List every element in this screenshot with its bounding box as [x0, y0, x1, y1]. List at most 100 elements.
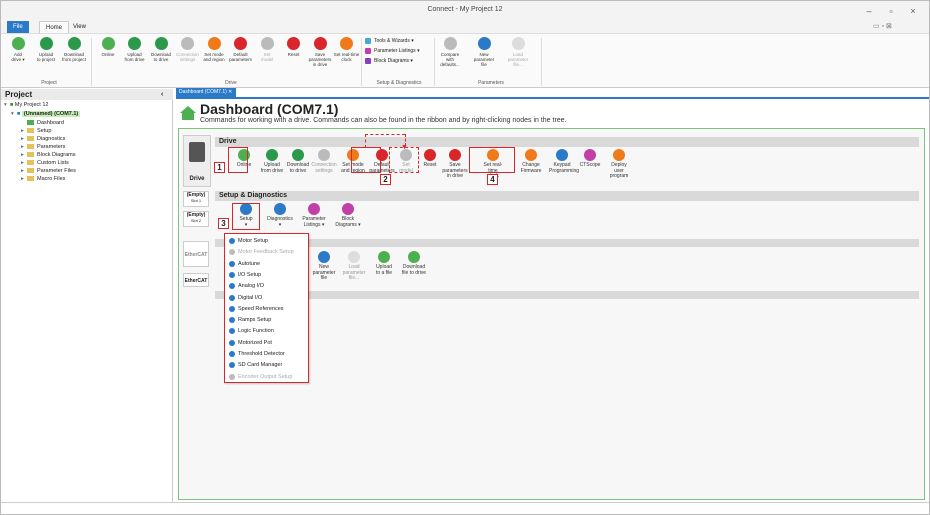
ribbon-project-button-0[interactable]: Add drive ▾ [5, 37, 31, 75]
button-sublabel: parameter file [473, 57, 495, 67]
tab-view[interactable]: View [67, 21, 92, 33]
button-sublabel: Diagrams ▾ [335, 221, 361, 228]
ribbon-drive-button-3[interactable]: Connection settings [175, 37, 201, 75]
ribbon-drive-button-1[interactable]: Upload from drive [122, 37, 148, 75]
minimize-button[interactable]: – [859, 4, 879, 18]
menu-item[interactable]: Ramps Setup [227, 315, 307, 325]
folder-icon [27, 160, 34, 166]
ribbon-project-button-1[interactable]: Upload to project [33, 37, 59, 75]
drive-button-12[interactable]: CTScope [577, 149, 603, 169]
ribbon-drive-0-icon [101, 37, 115, 50]
tree-root[interactable]: ▾ ■ My Project 12 [4, 101, 48, 109]
ribbon-drive-button-5[interactable]: Default parameters [228, 37, 254, 75]
tab-file[interactable]: File [7, 21, 29, 33]
button-sublabel: from drive [124, 57, 145, 62]
tab-home[interactable]: Home [39, 21, 70, 33]
ribbon-drive-4-icon [207, 37, 221, 50]
drive-button-3[interactable]: Connection settings [311, 149, 337, 174]
project-panel-header: Project ‹ [1, 89, 173, 100]
menu-item[interactable]: Speed References [227, 304, 307, 314]
drive-button-2[interactable]: Download to drive [285, 149, 311, 174]
menu-item[interactable]: Autotune [227, 259, 307, 269]
ribbon-drive-button-9[interactable]: Set real-time clock [334, 37, 360, 75]
ribbon-param-button-2[interactable]: Load parameter file... [505, 37, 531, 75]
drive-button-7[interactable]: Reset [417, 149, 443, 169]
setup-dropdown-menu: Motor Setup Motor Feedback Setup Autotune I… [224, 233, 309, 383]
slot1-button[interactable]: (Empty) Slot 1 [183, 191, 209, 207]
drive-image[interactable]: Drive [183, 135, 211, 187]
tree-node[interactable]: ▸ Custom Lists [21, 159, 69, 167]
ribbon-drive-button-0[interactable]: Online [95, 37, 121, 75]
group-label-project: Project [41, 80, 57, 86]
ribbon-drive-6-icon [260, 37, 274, 50]
tree-drive[interactable]: ▾ ■ (Unnamed) (COM7.1) [11, 110, 81, 118]
callout-number: 4 [487, 174, 498, 185]
menu-item-icon [229, 260, 235, 267]
parameter-listings-item[interactable]: Parameter Listings ▾ [364, 47, 420, 55]
tree-node[interactable]: ▸ Block Diagrams [21, 151, 76, 159]
drive-button-10[interactable]: Change Firmware [518, 149, 544, 174]
menu-item[interactable]: Logic Function [227, 326, 307, 336]
menu-item[interactable]: SD Card Manager [227, 360, 307, 370]
slot2-button[interactable]: (Empty) Slot 2 [183, 211, 209, 227]
close-button[interactable]: × [903, 4, 923, 18]
tree-node[interactable]: ▸ Setup [21, 127, 51, 135]
ribbon-drive-button-2[interactable]: Download to drive [148, 37, 174, 75]
collapse-panel-icon[interactable]: ‹ [161, 89, 163, 100]
ribbon-drive-1-icon [128, 37, 141, 50]
button-sublabel: model [260, 57, 274, 62]
drive-button-8[interactable]: Save parameters in drive [442, 149, 468, 180]
ethercat-button[interactable]: EtherCAT [183, 273, 209, 287]
tree-node[interactable]: ▸ Parameters [21, 143, 65, 151]
menu-item[interactable]: I/O Setup [227, 270, 307, 280]
ribbon-drive-button-8[interactable]: Save parameters in drive [307, 37, 333, 75]
menu-item[interactable]: Motor Feedback Setup [227, 247, 307, 257]
window-title: Connect - My Project 12 [427, 6, 503, 13]
menu-item[interactable]: Motorized Pot [227, 338, 307, 348]
setup-button-3[interactable]: Block Diagrams ▾ [335, 203, 361, 228]
button-sublabel: defaults... [440, 62, 460, 67]
tree-node[interactable]: ▸ Macro Files [21, 175, 65, 183]
block-diagrams-item[interactable]: Block Diagrams ▾ [364, 57, 413, 65]
tree-node[interactable]: ▸ Diagnostics [21, 135, 65, 143]
button-sublabel: Listings ▾ [303, 221, 325, 228]
setup-button-2[interactable]: Parameter Listings ▾ [301, 203, 327, 228]
ribbon-options-icon[interactable]: ▭ ▫ ⊠ [873, 22, 892, 30]
button-label: Compare with [440, 52, 460, 62]
tree-node[interactable]: ▸ Parameter Files [21, 167, 76, 175]
button-sublabel: file to drive [401, 269, 427, 276]
ribbon-param-button-1[interactable]: New parameter file [471, 37, 497, 75]
ribbon-drive-button-4[interactable]: Set mode and region [201, 37, 227, 75]
ribbon-drive-button-7[interactable]: Reset [281, 37, 307, 75]
drive-device-icon [189, 142, 205, 162]
ribbon-param-button-0[interactable]: Compare with defaults... [437, 37, 463, 75]
ribbon-param-2-icon [511, 37, 525, 50]
drive-2-icon [292, 149, 304, 161]
menu-item-icon [229, 238, 235, 244]
menu-item[interactable]: Analog I/O [227, 281, 307, 291]
maximize-button[interactable]: ▫ [881, 4, 901, 18]
drive-button-1[interactable]: Upload from drive [259, 149, 285, 174]
param-button-1[interactable]: Load parameter file... [341, 251, 367, 282]
menu-item[interactable]: Motor Setup [227, 236, 307, 246]
button-sublabel: in drive [312, 62, 328, 67]
param-button-2[interactable]: Upload to a file [371, 251, 397, 276]
setup-button-1[interactable]: Diagnostics ▾ [267, 203, 293, 228]
drive-button-13[interactable]: Deploy user program [606, 149, 632, 180]
menu-item[interactable]: Digital I/O [227, 293, 307, 303]
menu-item[interactable]: Threshold Detector [227, 349, 307, 359]
drive-8-icon [449, 149, 461, 161]
ribbon-param-1-icon [477, 37, 491, 50]
menu-item-icon [229, 317, 235, 324]
group-label-drive: Drive [225, 80, 237, 86]
param-button-3[interactable]: Download file to drive [401, 251, 427, 276]
button-sublabel: clock [341, 57, 352, 62]
tools-wizards-item[interactable]: Tools & Wizards ▾ [364, 37, 414, 45]
tab-dashboard[interactable]: Dashboard (COM7.1) ✕ [176, 88, 236, 97]
ribbon-project-button-2[interactable]: Download from project [61, 37, 87, 75]
tree-node[interactable]: Dashboard [21, 119, 64, 127]
menu-item[interactable]: Encoder Output Setup [227, 372, 307, 382]
drive-button-11[interactable]: Keypad Programming [549, 149, 579, 174]
ribbon-drive-button-6[interactable]: Set model [254, 37, 280, 75]
param-button-0[interactable]: New parameter file [311, 251, 337, 282]
